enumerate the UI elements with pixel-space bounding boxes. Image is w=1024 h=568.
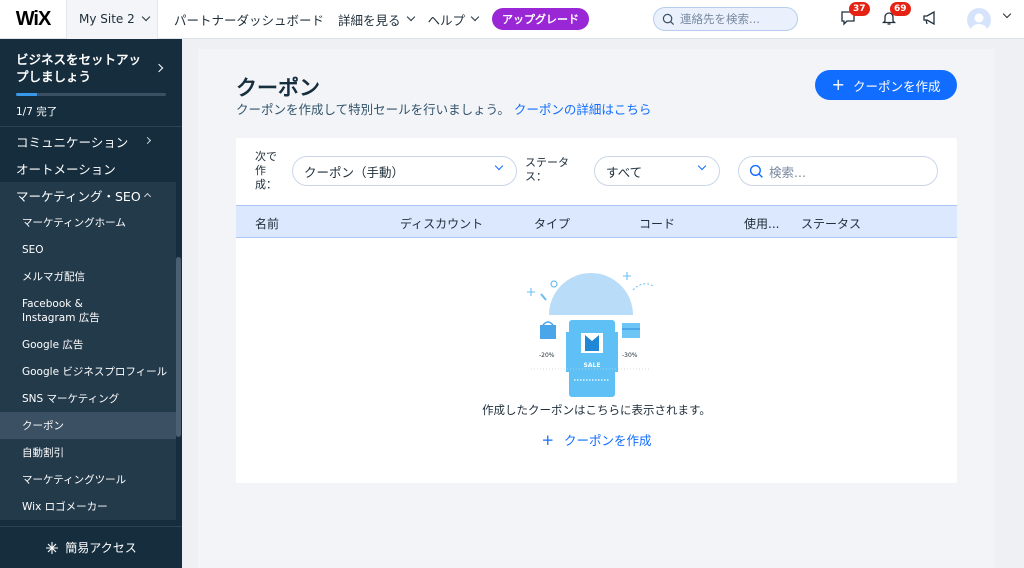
page-title: クーポン	[236, 76, 320, 100]
site-switcher[interactable]: My Site 2	[66, 0, 158, 39]
sidebar-item-label: オートメーション	[16, 162, 116, 177]
help-label: ヘルプ	[427, 12, 466, 28]
setup-panel[interactable]: ビジネスをセットアップしましょう 1/7 完了	[0, 39, 182, 127]
type-filter-value: クーポン（手動）	[304, 164, 405, 180]
explore-menu[interactable]: 詳細を見る	[338, 10, 415, 29]
table-header: 名前 ディスカウント タイプ コード 使用... ステータス	[236, 205, 957, 238]
chat-button[interactable]: 37	[839, 2, 870, 29]
chevron-down-icon	[141, 12, 151, 22]
discount-tag-left: -20%	[539, 352, 555, 359]
status-filter-value: すべて	[606, 164, 643, 180]
sidebar-subitem-facebook-ads[interactable]: Facebook & Instagram 広告	[0, 290, 176, 331]
column-header-code[interactable]: コード	[639, 215, 675, 232]
chevron-down-icon	[494, 161, 504, 171]
wix-logo[interactable]: WiX	[0, 0, 66, 39]
sidebar-subitem-auto-discounts[interactable]: 自動割引	[0, 439, 176, 466]
sidebar-subitem-seo[interactable]: SEO	[0, 236, 176, 263]
type-filter-label: 次で作成：	[255, 150, 277, 191]
contact-search-placeholder: 連絡先を検索...	[680, 12, 760, 26]
coupon-search-input[interactable]: 検索...	[738, 156, 938, 186]
user-icon	[970, 13, 988, 32]
sidebar-subitem-email-marketing[interactable]: メルマガ配信	[0, 263, 176, 290]
announcements-button[interactable]	[921, 9, 941, 29]
setup-progress-fill	[16, 93, 37, 96]
explore-label: 詳細を見る	[338, 12, 401, 28]
sidebar-item-label: マーケティング・SEO	[16, 189, 141, 204]
discount-tag-right: -30%	[622, 352, 638, 359]
create-coupon-button[interactable]: + クーポンを作成	[815, 70, 957, 100]
quick-access-button[interactable]: 簡易アクセス	[0, 526, 182, 568]
setup-title: ビジネスをセットアップしましょう	[16, 52, 142, 84]
sidebar-item-marketing-seo[interactable]: マーケティング・SEO	[0, 182, 176, 209]
column-header-type[interactable]: タイプ	[534, 215, 570, 232]
empty-state-create-link[interactable]: + クーポンを作成	[236, 430, 957, 449]
top-nav: パートナーダッシュボード 詳細を見る ヘルプ アップグレード	[174, 8, 590, 30]
coupon-details-link[interactable]: クーポンの詳細はこちら	[514, 102, 652, 117]
plus-icon: +	[541, 431, 555, 449]
sidebar-subitem-coupons[interactable]: クーポン	[0, 412, 176, 439]
quick-access-label: 簡易アクセス	[65, 541, 137, 555]
search-icon	[749, 164, 763, 178]
megaphone-icon	[923, 10, 935, 26]
status-filter-label: ステータス：	[525, 156, 569, 183]
help-menu[interactable]: ヘルプ	[427, 10, 480, 29]
sidebar: ビジネスをセットアップしましょう 1/7 完了 コミュニケーション オートメーシ…	[0, 39, 182, 568]
notifications-button[interactable]: 69	[880, 2, 911, 29]
page-subtitle-text: クーポンを作成して特別セールを行いましょう。	[236, 102, 510, 117]
coupon-search-placeholder: 検索...	[769, 164, 806, 180]
avatar[interactable]	[967, 8, 991, 32]
column-header-discount[interactable]: ディスカウント	[400, 215, 483, 232]
sparkle-icon	[46, 541, 59, 554]
notifications-badge: 69	[890, 2, 911, 16]
coupon-table-card: 次で作成： クーポン（手動） ステータス： すべて 検索... 名前 ディスカウ…	[236, 138, 957, 483]
chevron-up-icon	[143, 192, 152, 201]
sidebar-subitem-label: Facebook & Instagram 広告	[22, 297, 100, 324]
empty-state-message: 作成したクーポンはこちらに表示されます。	[482, 403, 711, 417]
status-filter-select[interactable]: すべて	[594, 156, 720, 186]
page-subtitle: クーポンを作成して特別セールを行いましょう。 クーポンの詳細はこちら	[236, 99, 651, 118]
sidebar-subitem-google-ads[interactable]: Google 広告	[0, 331, 176, 358]
column-header-usage[interactable]: 使用...	[744, 215, 779, 232]
chevron-down-icon	[406, 12, 415, 22]
sidebar-scrollbar[interactable]	[176, 257, 181, 437]
sidebar-subitem-logo-maker[interactable]: Wix ロゴメーカー	[0, 493, 176, 520]
chat-badge: 37	[849, 2, 870, 16]
type-filter-select[interactable]: クーポン（手動）	[292, 156, 517, 186]
chevron-right-icon	[143, 136, 152, 145]
chevron-right-icon	[154, 63, 164, 73]
sidebar-subitem-marketing-tools[interactable]: マーケティングツール	[0, 466, 176, 493]
partner-dashboard-label: パートナーダッシュボード	[174, 12, 325, 28]
plus-icon: +	[831, 74, 845, 94]
site-name: My Site 2	[79, 12, 135, 26]
search-icon	[662, 13, 675, 25]
ticket-sale-text: SALE	[584, 362, 601, 369]
upgrade-button[interactable]: アップグレード	[492, 8, 590, 30]
chevron-down-icon	[470, 12, 480, 22]
chevron-down-icon[interactable]	[1002, 9, 1012, 19]
sidebar-item-automation[interactable]: オートメーション	[0, 155, 176, 182]
contact-search-input[interactable]: 連絡先を検索...	[653, 7, 798, 31]
column-header-status[interactable]: ステータス	[801, 215, 861, 232]
sidebar-item-label: コミュニケーション	[16, 135, 129, 150]
sidebar-group-marketing: マーケティング・SEO マーケティングホーム SEO メルマガ配信 Facebo…	[0, 182, 176, 520]
top-bar: WiX My Site 2 パートナーダッシュボード 詳細を見る ヘルプ アップ…	[0, 0, 1024, 39]
create-coupon-label: クーポンを作成	[852, 78, 941, 94]
empty-state-create-label: クーポンを作成	[564, 433, 652, 448]
chevron-down-icon	[697, 161, 707, 171]
setup-progress-bar	[16, 93, 166, 96]
partner-dashboard-link[interactable]: パートナーダッシュボード	[174, 10, 324, 29]
column-header-name[interactable]: 名前	[255, 215, 279, 232]
setup-count: 1/7 完了	[16, 106, 58, 118]
empty-state-illustration: SALE -20% -30%	[527, 272, 654, 397]
sidebar-subitem-google-business[interactable]: Google ビジネスプロフィール	[0, 358, 176, 385]
sidebar-subitem-marketing-home[interactable]: マーケティングホーム	[0, 209, 176, 236]
sidebar-nav: コミュニケーション オートメーション マーケティング・SEO マーケティングホー…	[0, 128, 176, 520]
sidebar-item-communication[interactable]: コミュニケーション	[0, 128, 176, 155]
sidebar-subitem-social-marketing[interactable]: SNS マーケティング	[0, 385, 176, 412]
